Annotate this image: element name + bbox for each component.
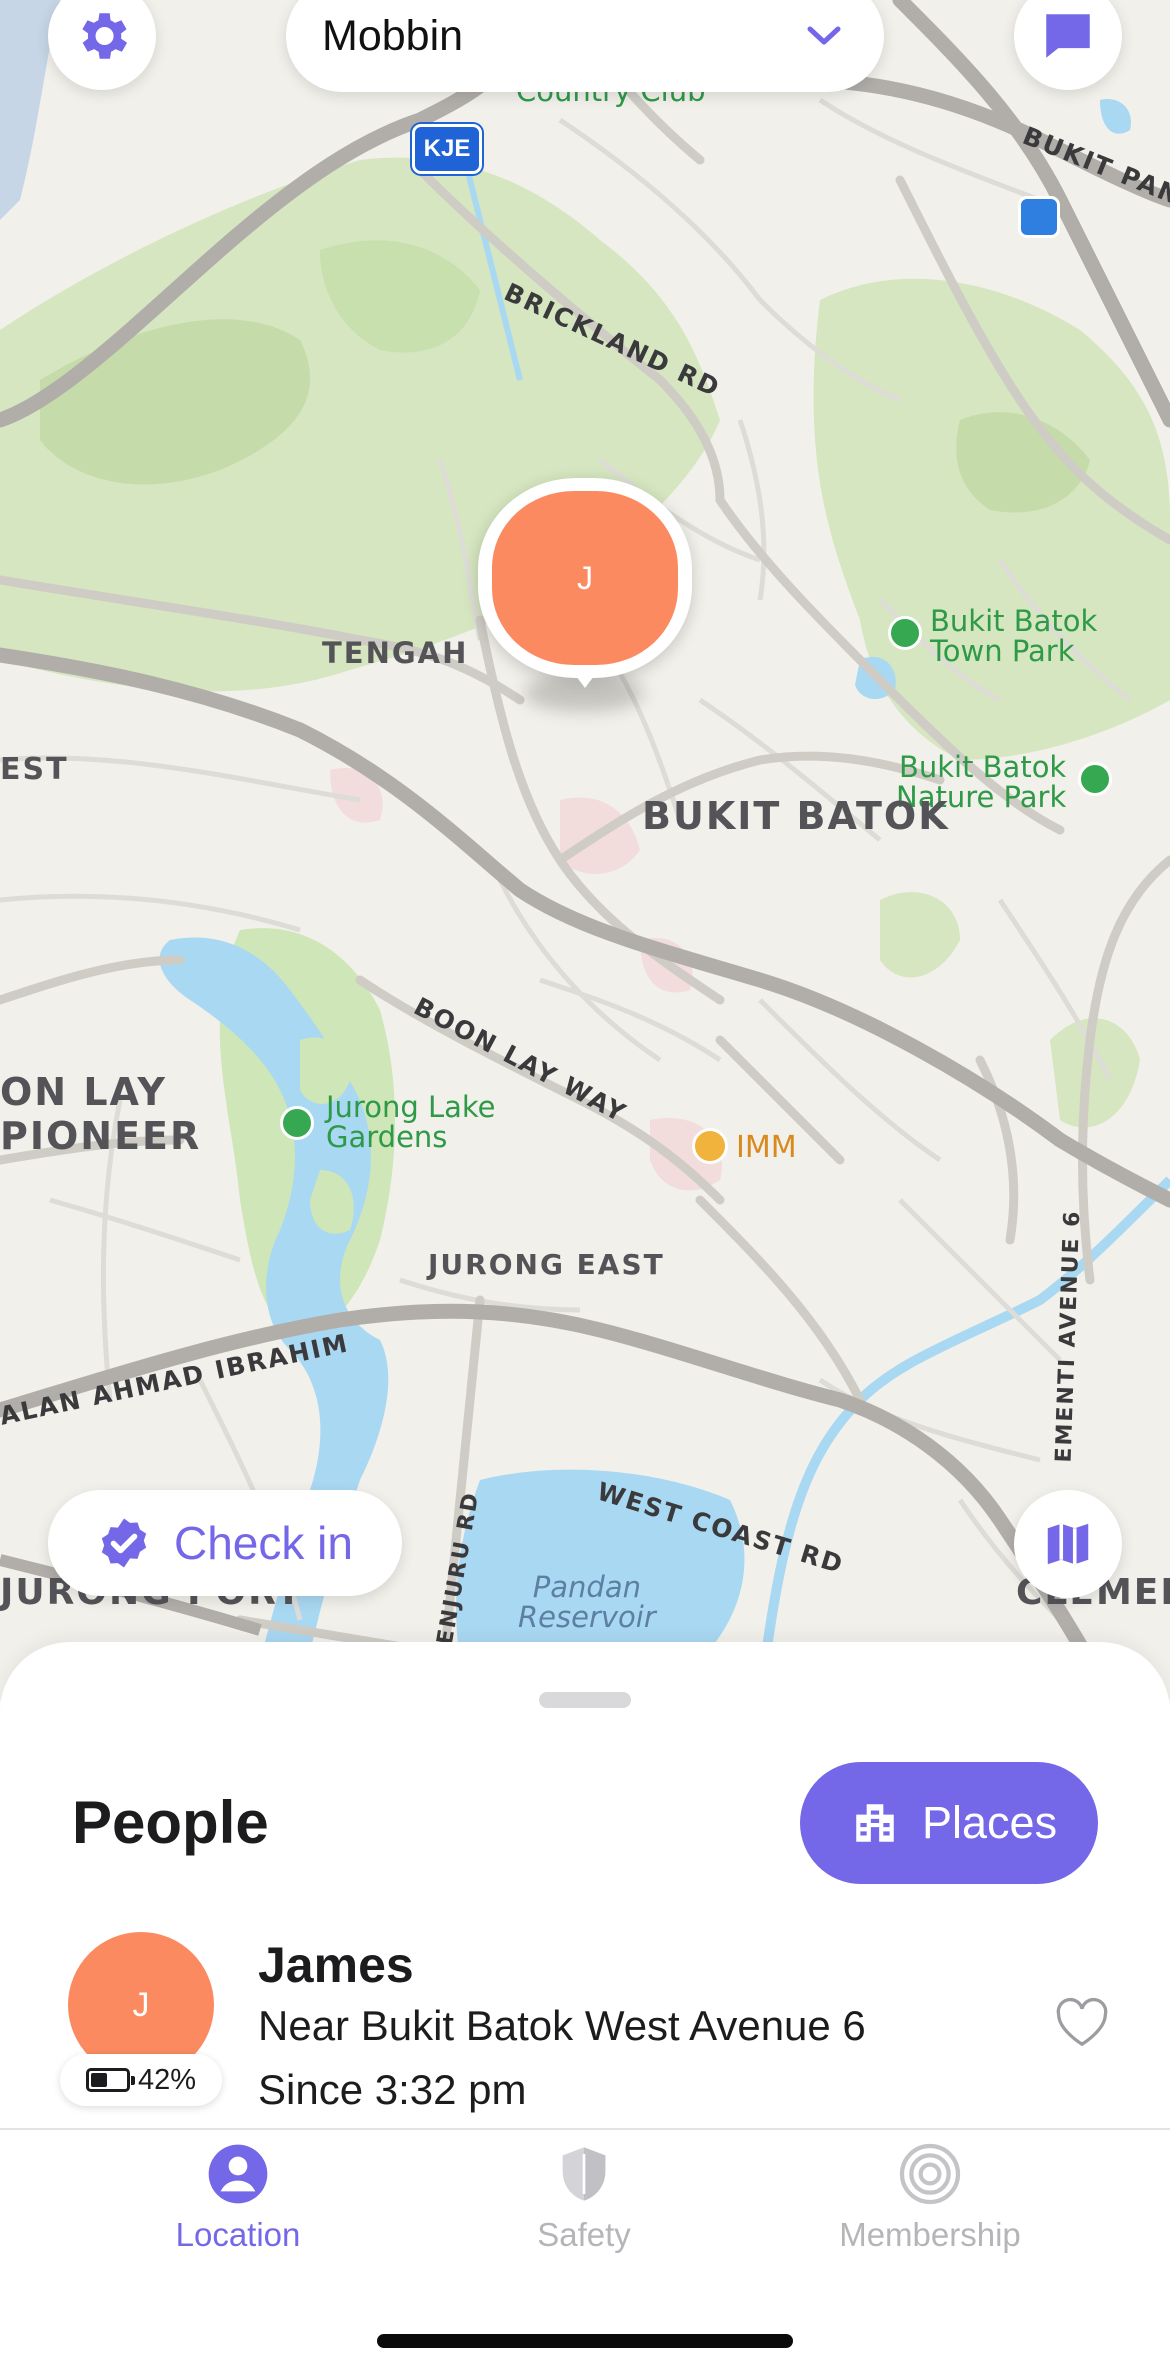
map-view[interactable]: Country Club KJE BUKIT PANJ BRICKLAND RD…	[0, 0, 1170, 1700]
tab-membership[interactable]: Membership	[780, 2142, 1080, 2272]
map-label-jurong-east: JURONG EAST	[428, 1248, 665, 1281]
marker-avatar-initial: J	[492, 491, 678, 665]
tab-label: Membership	[839, 2216, 1021, 2253]
people-bottom-sheet[interactable]: People Places J 42% James Near Bukit Bat…	[0, 1642, 1170, 2130]
park-icon	[1078, 762, 1112, 796]
person-name: James	[258, 1937, 414, 1993]
check-in-label: Check in	[174, 1517, 353, 1569]
favorite-heart-icon[interactable]	[1054, 1996, 1110, 2048]
map-label-tengah: TENGAH	[322, 636, 469, 670]
person-pin-icon	[208, 2144, 268, 2204]
gear-icon	[82, 13, 128, 59]
map-label-pioneer: PIONEER	[0, 1114, 202, 1158]
map-icon	[1047, 1523, 1089, 1565]
tab-label: Safety	[537, 2216, 631, 2253]
shield-icon	[562, 2147, 606, 2201]
places-button[interactable]: Places	[800, 1762, 1098, 1884]
chat-bubble-icon	[1046, 14, 1090, 58]
people-title: People	[72, 1789, 269, 1856]
membership-rings-icon	[899, 2143, 961, 2205]
park-icon	[888, 616, 922, 650]
tab-safety[interactable]: Safety	[434, 2142, 734, 2272]
garden-icon	[280, 1106, 314, 1140]
map-label-pandan-reservoir: Pandan Reservoir	[518, 1570, 656, 1634]
map-label-boon-lay: ON LAY	[0, 1070, 167, 1114]
mrt-station-icon	[1018, 196, 1060, 238]
home-indicator	[377, 2334, 793, 2348]
map-style-button[interactable]	[1014, 1490, 1122, 1598]
map-label-bukit-batok: BUKIT BATOK	[642, 794, 950, 838]
map-label-bukit-batok-town-park: Bukit Batok Town Park	[930, 604, 1098, 668]
kje-expressway-shield: KJE	[412, 124, 482, 174]
places-label: Places	[922, 1797, 1058, 1848]
person-list-item[interactable]: J 42% James Near Bukit Batok West Avenue…	[0, 1932, 1170, 2130]
check-badge-icon	[101, 1518, 147, 1568]
marker-pointer	[567, 664, 603, 688]
group-selector[interactable]: Mobbin	[286, 0, 884, 92]
map-label-jurong-lake-gardens: Jurong Lake Gardens	[326, 1090, 496, 1154]
check-in-button[interactable]: Check in	[48, 1490, 402, 1596]
battery-percentage: 42%	[137, 2063, 197, 2096]
map-label-est: EST	[0, 752, 69, 787]
sheet-grabber[interactable]	[539, 1692, 631, 1708]
battery-badge: 42%	[60, 2054, 222, 2106]
person-since: Since 3:32 pm	[258, 2066, 527, 2113]
battery-icon	[85, 2068, 135, 2092]
person-location: Near Bukit Batok West Avenue 6	[258, 2002, 866, 2049]
person-map-marker[interactable]: J	[478, 478, 692, 712]
chevron-down-icon	[807, 26, 841, 45]
building-icon	[856, 1804, 894, 1842]
tab-location[interactable]: Location	[88, 2142, 388, 2272]
map-base	[0, 0, 1170, 1700]
shopping-mall-icon	[692, 1128, 728, 1164]
tab-bar: Location Safety Membership	[0, 2128, 1170, 2374]
group-name: Mobbin	[322, 11, 464, 60]
tab-label: Location	[175, 2216, 301, 2253]
map-label-imm: IMM	[736, 1130, 797, 1165]
